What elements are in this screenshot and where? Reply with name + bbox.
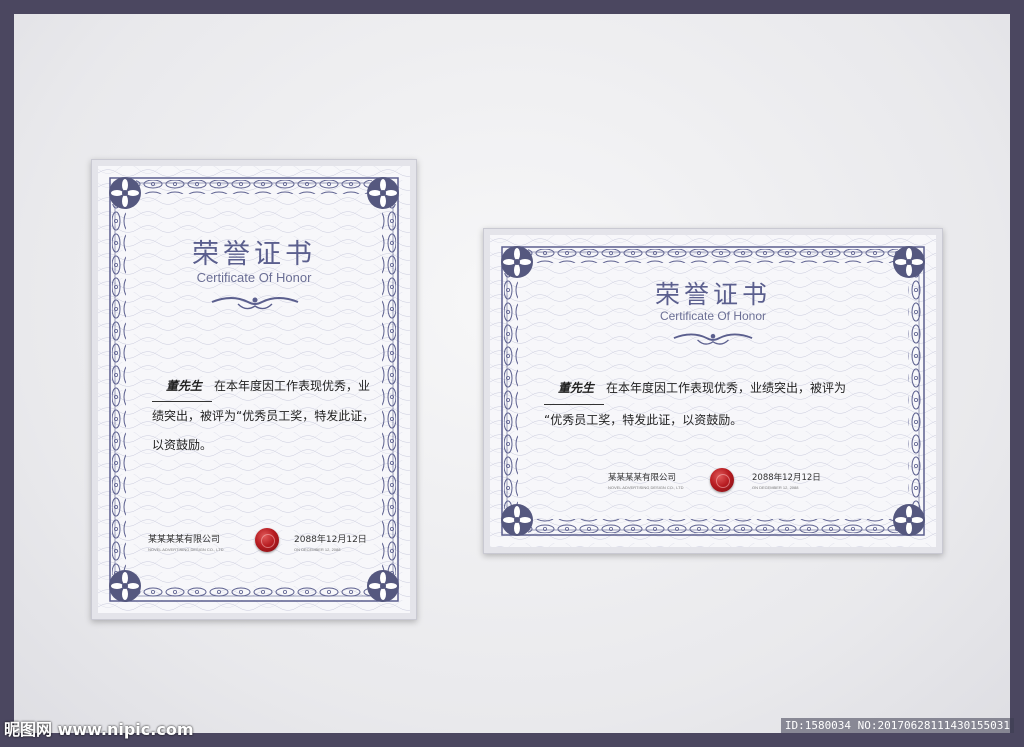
body-line: 绩突出，被评为“优秀员工奖，特发此证， (152, 409, 375, 423)
recipient-name: 董先生 (544, 373, 605, 405)
certificate-body: 董先生 在本年度因工作表现优秀，业绩突出，被评为 “优秀员工奖，特发此证，以资鼓励… (544, 373, 904, 436)
issue-date: 2088年12月12日 ON DECEMBER 12, 2088 (752, 471, 821, 490)
certificate-body: 董先生 在本年度因工作表现优秀，业 绩突出，被评为“优秀员工奖，特发此证， 以资鼓… (152, 372, 382, 460)
corner-rosette-icon (109, 570, 141, 602)
flourish-divider-icon (211, 297, 299, 310)
wax-seal (710, 468, 734, 492)
body-line: “优秀员工奖，特发此证，以资鼓励。 (544, 413, 743, 427)
certificate-portrait: 荣誉证书 Certificate Of Honor 董先生 在本年度因工作表现优秀… (91, 159, 417, 620)
issue-date: 2088年12月12日 ON DECEMBER 12, 2088 (294, 532, 367, 552)
body-line: 在本年度因工作表现优秀，业绩突出，被评为 (606, 381, 847, 395)
company-name-cn: 某某某某有限公司 (148, 535, 221, 545)
wax-seal (255, 528, 279, 552)
company-name-en: NOVEL ADVERTISING DESIGN CO., LTD (148, 547, 224, 552)
certificate-paper: 荣誉证书 Certificate Of Honor 董先生 在本年度因工作表现优秀… (98, 166, 410, 613)
issuer-company: 某某某某有限公司 NOVEL ADVERTISING DESIGN CO., L… (148, 532, 224, 552)
certificate-title: 荣誉证书 (192, 239, 316, 270)
company-name-en: NOVEL ADVERTISING DESIGN CO., LTD (608, 485, 684, 490)
certificate-paper: 荣誉证书 Certificate Of Honor 董先生 在本年度因工作表现优秀… (490, 235, 936, 547)
body-line: 在本年度因工作表现优秀，业 (214, 379, 371, 393)
corner-rosette-icon (501, 504, 533, 536)
issuer-company: 某某某某有限公司 NOVEL ADVERTISING DESIGN CO., L… (608, 471, 684, 490)
certificate-subtitle: Certificate Of Honor (196, 270, 312, 285)
certificate-subtitle: Certificate Of Honor (659, 309, 767, 323)
certificate-landscape: 荣誉证书 Certificate Of Honor 董先生 在本年度因工作表现优秀… (483, 228, 943, 554)
company-name-cn: 某某某某有限公司 (608, 473, 677, 483)
canvas: 荣誉证书 Certificate Of Honor 董先生 在本年度因工作表现优秀… (14, 14, 1010, 733)
corner-rosette-icon (109, 177, 141, 209)
corner-rosette-icon (367, 570, 399, 602)
date-en: ON DECEMBER 12, 2088 (752, 485, 799, 490)
date-en: ON DECEMBER 12, 2088 (294, 547, 341, 552)
corner-rosette-icon (501, 246, 533, 278)
body-line: 以资鼓励。 (152, 438, 213, 452)
recipient-name: 董先生 (152, 372, 213, 402)
date-cn: 2088年12月12日 (752, 473, 821, 483)
flourish-divider-icon (673, 333, 753, 345)
date-cn: 2088年12月12日 (294, 535, 367, 545)
site-watermark: 昵图网 www.nipic.com (4, 720, 194, 739)
corner-rosette-icon (367, 177, 399, 209)
image-id-watermark: ID:1580034 NO:20170628111430155031 (780, 718, 1014, 733)
corner-rosette-icon (893, 504, 925, 536)
certificate-title: 荣誉证书 (654, 280, 771, 309)
corner-rosette-icon (893, 246, 925, 278)
